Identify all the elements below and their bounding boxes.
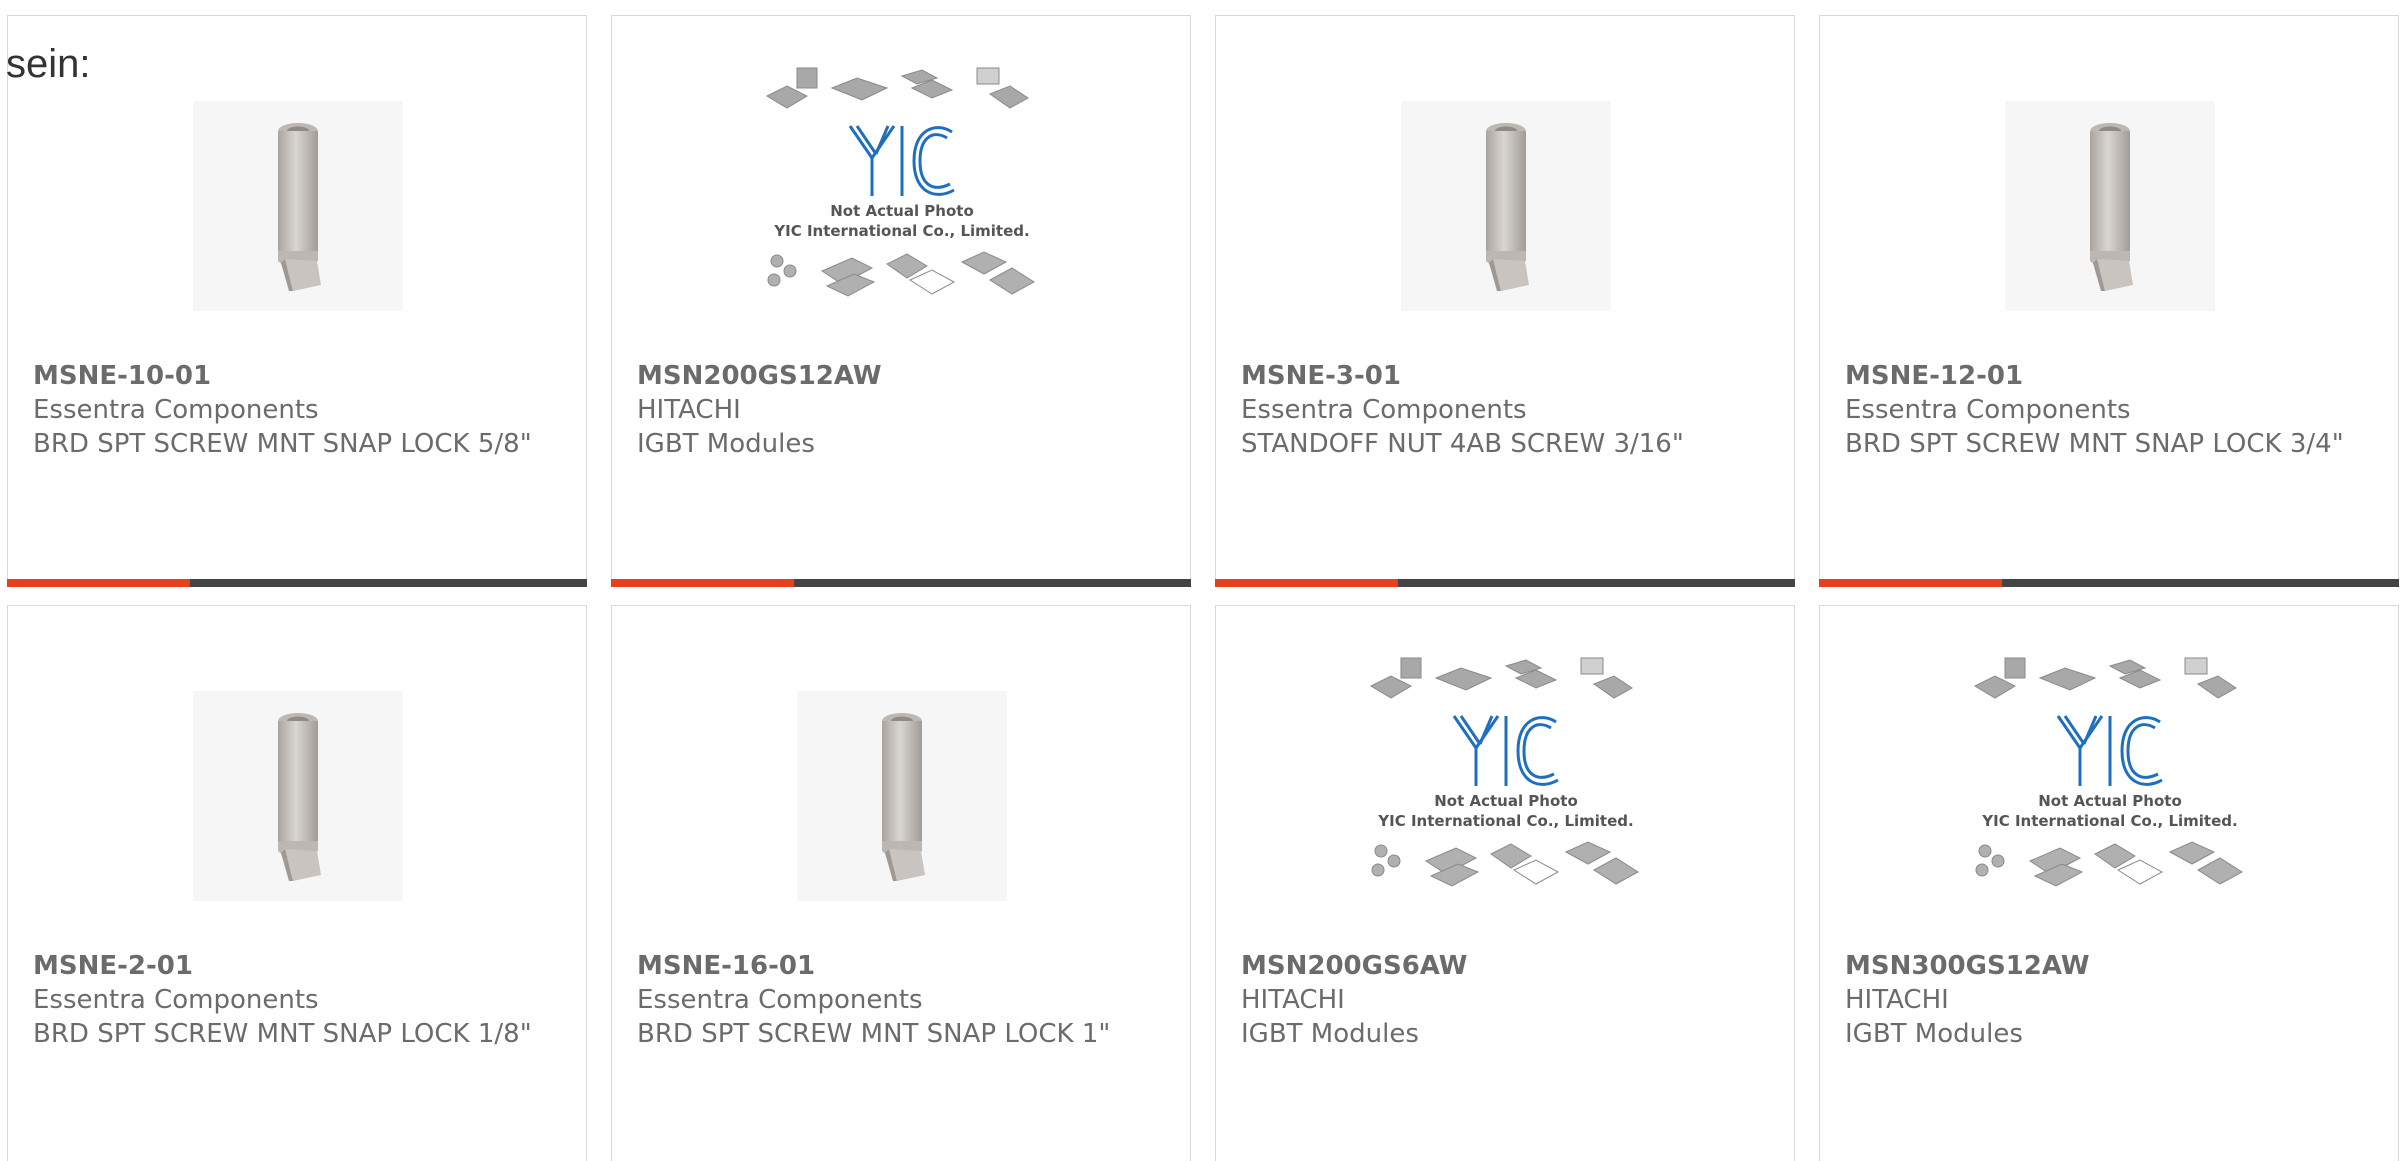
- description: IGBT Modules: [637, 429, 815, 459]
- svg-text:YIC International Co., Limited: YIC International Co., Limited.: [1981, 812, 2237, 830]
- product-card[interactable]: Not Actual Photo YIC International Co., …: [1215, 605, 1795, 1161]
- svg-text:YIC International Co., Limited: YIC International Co., Limited.: [773, 222, 1029, 240]
- card-accent-bar: [611, 579, 794, 587]
- svg-text:Not Actual Photo: Not Actual Photo: [1434, 792, 1578, 810]
- card-bottom-bar: [611, 579, 1191, 587]
- manufacturer: HITACHI: [1241, 985, 1345, 1015]
- manufacturer: HITACHI: [637, 395, 741, 425]
- product-listing-page: sein: MSNE-10-01 Essentra Components BRD…: [0, 0, 2400, 1161]
- product-grid: MSNE-10-01 Essentra Components BRD SPT S…: [7, 15, 2399, 1161]
- product-image[interactable]: [8, 56, 588, 356]
- card-bottom-bar: [1215, 579, 1795, 587]
- product-info: MSN200GS6AW HITACHI IGBT Modules: [1241, 949, 1769, 1051]
- part-number-link[interactable]: MSNE-10-01: [33, 359, 561, 393]
- product-info: MSN200GS12AW HITACHI IGBT Modules: [637, 359, 1165, 461]
- product-card[interactable]: MSNE-12-01 Essentra Components BRD SPT S…: [1819, 15, 2399, 587]
- svg-text:Not Actual Photo: Not Actual Photo: [830, 202, 974, 220]
- product-info: MSNE-2-01 Essentra Components BRD SPT SC…: [33, 949, 561, 1051]
- card-bottom-bar: [1819, 579, 2399, 587]
- part-number-link[interactable]: MSN200GS12AW: [637, 359, 1165, 393]
- card-accent-bar: [1819, 579, 2002, 587]
- manufacturer: Essentra Components: [33, 395, 319, 425]
- product-image[interactable]: [612, 646, 1192, 946]
- manufacturer: Essentra Components: [33, 985, 319, 1015]
- description: STANDOFF NUT 4AB SCREW 3/16": [1241, 429, 1684, 459]
- heading-fragment: sein:: [6, 42, 91, 86]
- product-card[interactable]: MSNE-3-01 Essentra Components STANDOFF N…: [1215, 15, 1795, 587]
- product-image[interactable]: Not Actual Photo YIC International Co., …: [1216, 646, 1796, 946]
- product-image[interactable]: Not Actual Photo YIC International Co., …: [1820, 646, 2400, 946]
- product-image[interactable]: Not Actual Photo YIC International Co., …: [612, 56, 1192, 356]
- manufacturer: Essentra Components: [1241, 395, 1527, 425]
- svg-text:YIC International Co., Limited: YIC International Co., Limited.: [1377, 812, 1633, 830]
- svg-text:Not Actual Photo: Not Actual Photo: [2038, 792, 2182, 810]
- card-bottom-bar: [7, 579, 587, 587]
- product-image[interactable]: [1216, 56, 1796, 356]
- part-number-link[interactable]: MSNE-3-01: [1241, 359, 1769, 393]
- description: IGBT Modules: [1845, 1019, 2023, 1049]
- product-info: MSNE-16-01 Essentra Components BRD SPT S…: [637, 949, 1165, 1051]
- description: BRD SPT SCREW MNT SNAP LOCK 1/8": [33, 1019, 532, 1049]
- manufacturer: Essentra Components: [1845, 395, 2131, 425]
- part-number-link[interactable]: MSNE-16-01: [637, 949, 1165, 983]
- card-accent-bar: [1215, 579, 1398, 587]
- description: BRD SPT SCREW MNT SNAP LOCK 5/8": [33, 429, 532, 459]
- manufacturer: Essentra Components: [637, 985, 923, 1015]
- description: BRD SPT SCREW MNT SNAP LOCK 1": [637, 1019, 1111, 1049]
- product-info: MSNE-12-01 Essentra Components BRD SPT S…: [1845, 359, 2373, 461]
- product-card[interactable]: MSNE-10-01 Essentra Components BRD SPT S…: [7, 15, 587, 587]
- product-card[interactable]: Not Actual Photo YIC International Co., …: [1819, 605, 2399, 1161]
- product-info: MSNE-3-01 Essentra Components STANDOFF N…: [1241, 359, 1769, 461]
- product-info: MSN300GS12AW HITACHI IGBT Modules: [1845, 949, 2373, 1051]
- manufacturer: HITACHI: [1845, 985, 1949, 1015]
- product-image[interactable]: [8, 646, 588, 946]
- part-number-link[interactable]: MSN300GS12AW: [1845, 949, 2373, 983]
- description: BRD SPT SCREW MNT SNAP LOCK 3/4": [1845, 429, 2344, 459]
- part-number-link[interactable]: MSNE-12-01: [1845, 359, 2373, 393]
- product-card[interactable]: MSNE-2-01 Essentra Components BRD SPT SC…: [7, 605, 587, 1161]
- card-accent-bar: [7, 579, 190, 587]
- product-card[interactable]: MSNE-16-01 Essentra Components BRD SPT S…: [611, 605, 1191, 1161]
- product-image[interactable]: [1820, 56, 2400, 356]
- part-number-link[interactable]: MSNE-2-01: [33, 949, 561, 983]
- description: IGBT Modules: [1241, 1019, 1419, 1049]
- product-card[interactable]: Not Actual Photo YIC International Co., …: [611, 15, 1191, 587]
- product-info: MSNE-10-01 Essentra Components BRD SPT S…: [33, 359, 561, 461]
- part-number-link[interactable]: MSN200GS6AW: [1241, 949, 1769, 983]
